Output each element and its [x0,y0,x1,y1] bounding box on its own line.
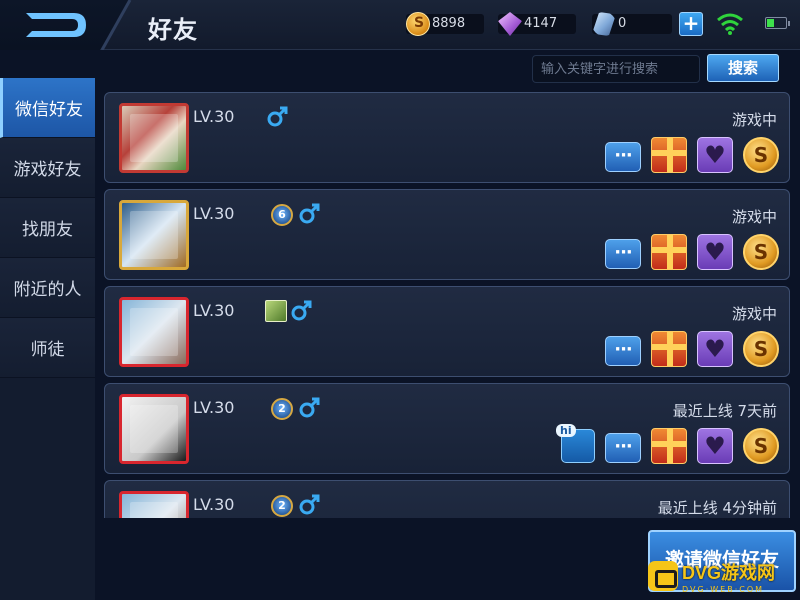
male-gender-icon [299,203,320,224]
send-coin-button[interactable] [743,234,779,270]
watermark-subtext: DVG·WEB·COM [682,584,765,594]
search-button[interactable]: 搜索 [707,54,779,82]
intimacy-button[interactable] [697,137,733,173]
sidebar-item-wechat-friends[interactable]: 微信好友 [0,78,95,138]
gift-button[interactable] [651,331,687,367]
gift-button[interactable] [651,234,687,270]
watermark: DVG游戏网 DVG·WEB·COM [648,556,800,596]
page-title: 好友 [148,16,198,44]
male-gender-icon [291,300,312,321]
friend-actions [595,234,779,270]
sidebar-item-mentor[interactable]: 师徒 [0,318,95,378]
friend-card: LV.30 6 游戏中 [104,189,790,280]
avatar[interactable] [119,491,189,518]
friend-actions [595,137,779,173]
card-badge-icon [265,300,287,322]
gift-button[interactable] [651,428,687,464]
friend-status: 游戏中 [731,111,777,129]
sidebar-item-find-friends[interactable]: 找朋友 [0,198,95,258]
header-divider [100,0,132,50]
chat-button[interactable] [605,239,641,269]
friend-status: 最近上线 7天前 [672,402,777,420]
friend-level: LV.30 [193,204,235,223]
rank-badge-icon: 2 [271,398,293,420]
friend-status: 游戏中 [731,305,777,323]
chat-button[interactable] [605,336,641,366]
add-currency-button[interactable]: + [679,12,703,36]
intimacy-button[interactable] [697,428,733,464]
gift-button[interactable] [651,137,687,173]
crystal-currency: 0 [592,12,672,36]
hi-greet-button[interactable]: hi [556,424,595,463]
gold-coin-icon [406,12,430,36]
friend-status: 最近上线 4分钟前 [657,499,777,517]
rank-badge-icon: 6 [271,204,293,226]
male-gender-icon [299,397,320,418]
avatar[interactable] [119,394,189,464]
hi-bubble-icon: hi [556,424,576,437]
gamepad-logo-icon [648,561,678,591]
chat-button[interactable] [605,142,641,172]
rank-badge-icon: 2 [271,495,293,517]
avatar[interactable] [119,200,189,270]
male-gender-icon [299,494,320,515]
friend-card: LV.30 2 最近上线 4分钟前 [104,480,790,518]
wifi-icon [717,13,743,35]
friend-level: LV.30 [193,495,235,514]
back-arrow-icon [26,13,86,37]
friend-actions [595,331,779,367]
battery-icon [765,17,790,29]
friend-status: 游戏中 [731,208,777,226]
intimacy-button[interactable] [697,234,733,270]
intimacy-button[interactable] [697,331,733,367]
sidebar-item-game-friends[interactable]: 游戏好友 [0,138,95,198]
friend-actions: hi [556,424,779,464]
watermark-text: DVG游戏网 [682,562,776,583]
friend-card: LV.30 游戏中 [104,92,790,183]
sidebar: 微信好友 游戏好友 找朋友 附近的人 师徒 [0,78,95,600]
friend-level: LV.30 [193,301,235,320]
friend-level: LV.30 [193,107,235,126]
friend-card: LV.30 游戏中 [104,286,790,377]
avatar[interactable] [119,103,189,173]
send-coin-button[interactable] [743,331,779,367]
gold-currency: 8898 [406,12,484,36]
friend-list[interactable]: LV.30 游戏中 LV.30 6 游戏中 LV.3 [104,92,792,518]
diamond-currency: 4147 [498,12,576,36]
avatar[interactable] [119,297,189,367]
send-coin-button[interactable] [743,428,779,464]
top-bar: 好友 8898 4147 0 + [0,0,800,50]
sidebar-item-nearby[interactable]: 附近的人 [0,258,95,318]
send-coin-button[interactable] [743,137,779,173]
chat-button[interactable] [605,433,641,463]
friend-level: LV.30 [193,398,235,417]
male-gender-icon [267,106,288,127]
friend-card: LV.30 2 最近上线 7天前 hi [104,383,790,474]
search-input[interactable] [532,55,700,83]
